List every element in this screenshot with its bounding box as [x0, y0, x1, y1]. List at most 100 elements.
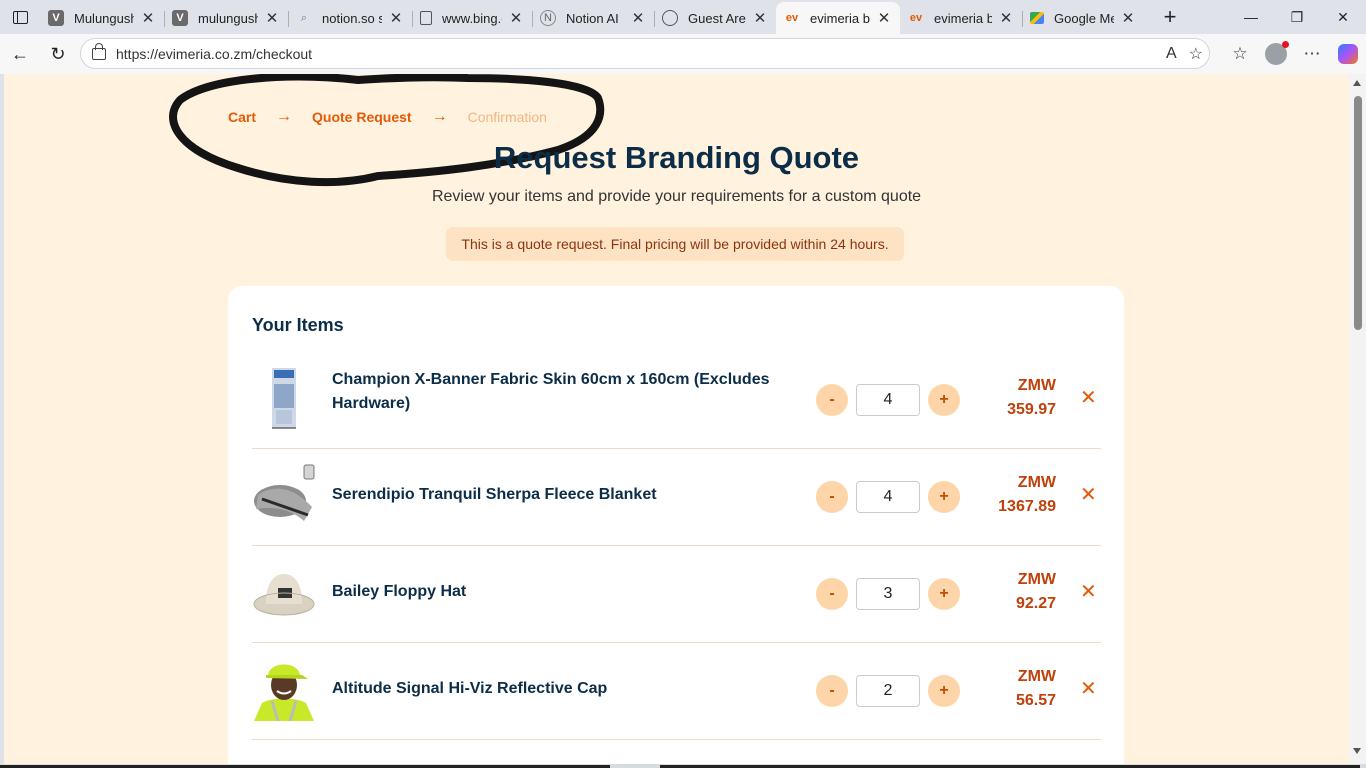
new-tab-button[interactable]: + — [1150, 4, 1190, 30]
tab-title: mulungushi — [198, 10, 258, 26]
profile-avatar[interactable] — [1265, 41, 1289, 65]
breadcrumb-cart[interactable]: Cart — [228, 109, 256, 125]
v-logo-icon: V — [172, 10, 188, 26]
favorites-icon[interactable]: ☆ — [1222, 44, 1258, 64]
quantity-input[interactable] — [856, 384, 920, 416]
decrease-quantity-button[interactable]: - — [816, 481, 848, 513]
v-logo-icon: V — [48, 10, 64, 26]
evimeria-icon: ev — [909, 12, 923, 24]
tab-title: www.bing.com — [442, 10, 502, 26]
tab-evimeria-2[interactable]: ev evimeria br ✕ — [900, 2, 1022, 34]
read-aloud-icon[interactable]: A — [1166, 45, 1177, 63]
breadcrumb: Cart → Quote Request → Confirmation — [228, 108, 547, 126]
breadcrumb-quote-request[interactable]: Quote Request — [312, 109, 412, 125]
close-window-icon[interactable]: ✕ — [1320, 0, 1366, 34]
favorite-star-icon[interactable]: ☆ — [1189, 44, 1203, 64]
back-button[interactable]: ← — [2, 36, 38, 72]
tab-title: evimeria br — [934, 10, 992, 26]
increase-quantity-button[interactable]: + — [928, 578, 960, 610]
item-name: Champion X-Banner Fabric Skin 60cm x 160… — [332, 371, 770, 412]
tab-actions-button[interactable] — [0, 0, 40, 34]
refresh-button[interactable]: ↻ — [40, 36, 76, 72]
url-text[interactable]: https://evimeria.co.zm/checkout — [116, 46, 312, 62]
decrease-quantity-button[interactable]: - — [816, 578, 848, 610]
tab-notion-ai[interactable]: N Notion AI ✕ — [532, 2, 654, 34]
quote-notice-banner: This is a quote request. Final pricing w… — [446, 227, 904, 261]
page-subtitle: Review your items and provide your requi… — [431, 188, 922, 205]
cart-item-row: Serendipio Tranquil Sherpa Fleece Blanke… — [252, 449, 1101, 546]
price-amount: 359.97 — [1007, 401, 1056, 418]
tab-mulungushi-2[interactable]: V mulungushi ✕ — [164, 2, 288, 34]
remove-item-icon[interactable]: ✕ — [1080, 485, 1097, 505]
breadcrumb-confirmation: Confirmation — [467, 109, 547, 125]
browser-tools: ☆ ⋯ — [1222, 34, 1366, 74]
tab-title: notion.so site — [322, 10, 382, 26]
scroll-up-arrow-icon[interactable] — [1353, 80, 1361, 86]
hi-viz-cap-product-image — [254, 664, 314, 721]
close-tab-icon[interactable]: ✕ — [508, 9, 524, 27]
tab-mulungushi-1[interactable]: V Mulungushi ✕ — [40, 2, 164, 34]
breadcrumb-arrow: → — [431, 108, 448, 125]
quantity-input[interactable] — [856, 578, 920, 610]
cart-item-row: Altitude Signal Hi-Viz Reflective Cap - … — [252, 643, 1101, 740]
close-tab-icon[interactable]: ✕ — [876, 9, 892, 27]
remove-item-icon[interactable]: ✕ — [1080, 388, 1097, 408]
restore-icon[interactable]: ❐ — [1274, 0, 1320, 34]
lock-icon[interactable] — [92, 42, 106, 60]
close-tab-icon[interactable]: ✕ — [140, 9, 156, 27]
increase-quantity-button[interactable]: + — [928, 384, 960, 416]
browser-tab-strip: V Mulungushi ✕ V mulungushi ✕ ⌕ notion.s… — [0, 0, 1366, 34]
more-options-icon[interactable]: ⋯ — [1294, 44, 1330, 64]
evimeria-icon: ev — [785, 12, 799, 24]
tab-evimeria-active[interactable]: ev evimeria br ✕ — [776, 2, 900, 34]
remove-item-icon[interactable]: ✕ — [1080, 582, 1097, 602]
scroll-down-arrow-icon[interactable] — [1353, 748, 1361, 754]
close-tab-icon[interactable]: ✕ — [264, 9, 280, 27]
google-meet-icon — [1030, 12, 1044, 24]
notion-icon: N — [540, 10, 556, 26]
tab-guest-area[interactable]: Guest Area ✕ — [654, 2, 776, 34]
price-currency: ZMW — [1017, 377, 1056, 394]
page-scrollbar[interactable] — [1349, 74, 1366, 764]
increase-quantity-button[interactable]: + — [928, 675, 960, 707]
scrollbar-thumb[interactable] — [1354, 96, 1362, 330]
quantity-input[interactable] — [856, 481, 920, 513]
tab-title: Guest Area — [688, 10, 746, 26]
close-tab-icon[interactable]: ✕ — [752, 9, 768, 27]
increase-quantity-button[interactable]: + — [928, 481, 960, 513]
tab-bing[interactable]: www.bing.com ✕ — [412, 2, 532, 34]
close-tab-icon[interactable]: ✕ — [630, 9, 646, 27]
tab-google-meet[interactable]: Google Me ✕ — [1022, 2, 1144, 34]
price-amount: 1367.89 — [998, 498, 1056, 515]
price-currency: ZMW — [1017, 571, 1056, 588]
cart-item-row: Bailey Floppy Hat - + ZMW 92.27 ✕ — [252, 546, 1101, 643]
tab-title: Notion AI — [566, 10, 619, 26]
page-viewport: Cart → Quote Request → Confirmation Requ… — [4, 74, 1349, 764]
cart-item-row: Champion X-Banner Fabric Skin 60cm x 160… — [252, 352, 1101, 449]
window-bottom-edge — [0, 764, 1366, 768]
close-tab-icon[interactable]: ✕ — [1120, 9, 1136, 27]
document-icon — [420, 11, 432, 25]
item-price: ZMW 92.27 — [972, 568, 1056, 616]
decrease-quantity-button[interactable]: - — [816, 384, 848, 416]
close-tab-icon[interactable]: ✕ — [998, 9, 1014, 27]
price-amount: 56.57 — [1015, 692, 1056, 709]
tab-notion-search[interactable]: ⌕ notion.so site ✕ — [288, 2, 412, 34]
copilot-icon[interactable] — [1338, 44, 1358, 64]
quantity-input[interactable] — [856, 675, 920, 707]
search-icon: ⌕ — [300, 11, 308, 24]
breadcrumb-arrow: → — [276, 108, 293, 125]
address-toolbar: ← ↻ https://evimeria.co.zm/checkout A ☆ … — [0, 34, 1366, 74]
floppy-hat-product-image — [253, 574, 315, 616]
address-bar[interactable]: https://evimeria.co.zm/checkout A ☆ — [80, 38, 1210, 69]
minimize-icon[interactable]: — — [1228, 0, 1274, 34]
window-controls: — ❐ ✕ — [1228, 0, 1366, 34]
page-title: Request Branding Quote — [493, 140, 860, 175]
tab-title: Mulungushi — [74, 10, 134, 26]
items-heading: Your Items — [252, 315, 344, 335]
item-price: ZMW 56.57 — [972, 665, 1056, 713]
close-tab-icon[interactable]: ✕ — [388, 9, 404, 27]
remove-item-icon[interactable]: ✕ — [1080, 679, 1097, 699]
tab-title: Google Me — [1054, 10, 1114, 26]
decrease-quantity-button[interactable]: - — [816, 675, 848, 707]
